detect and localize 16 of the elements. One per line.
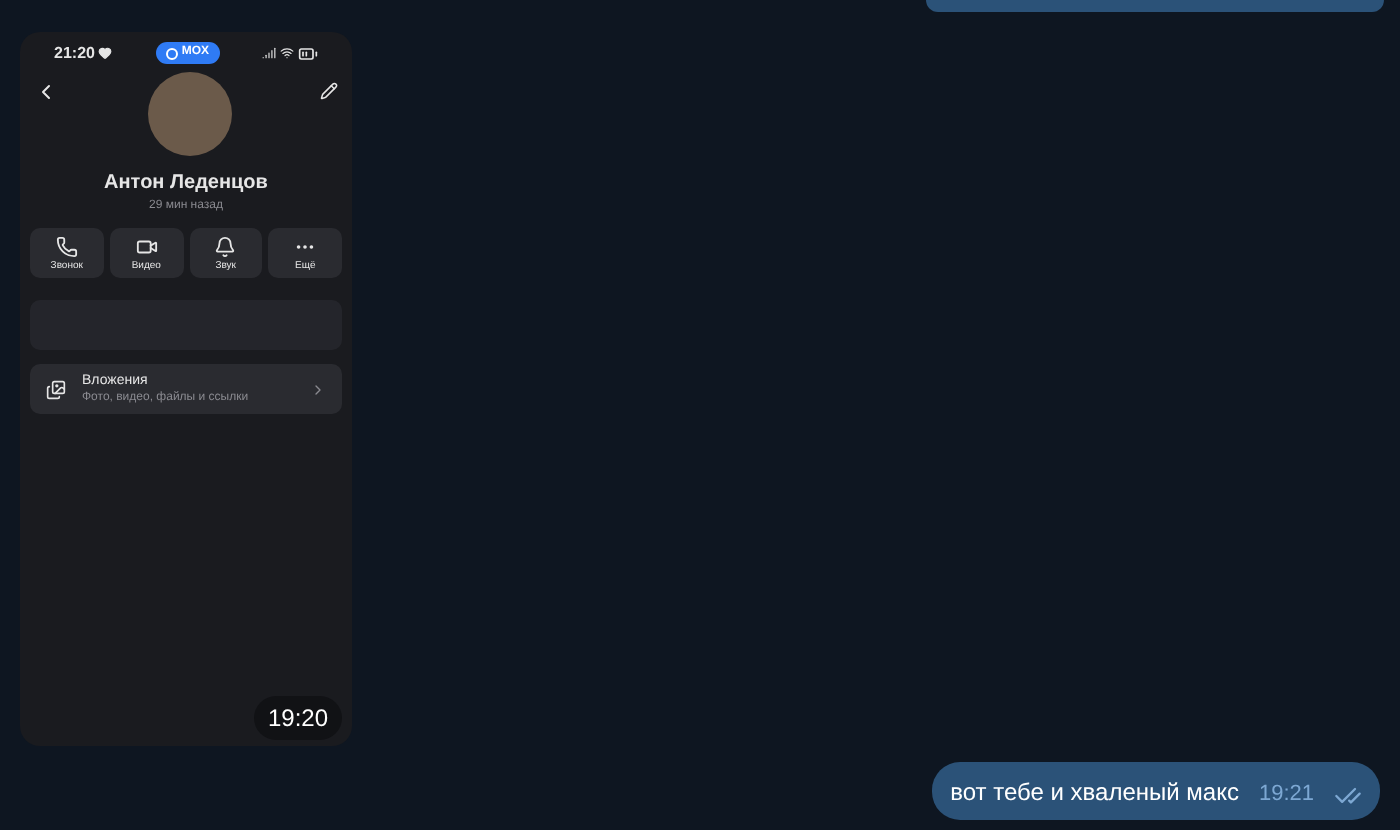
attachments-icon [46, 379, 66, 399]
contact-name: Антон Леденцов [102, 170, 270, 198]
message-time: 19:21 [1258, 780, 1314, 811]
chevron-icon [310, 381, 326, 397]
message-text: вот тебе и хваленый макс [950, 775, 1239, 809]
avatar-photo [147, 72, 231, 156]
message-time: 19:20 [253, 696, 342, 740]
signal-icon [261, 46, 276, 60]
wifi-icon [279, 46, 294, 60]
phone-icon [55, 235, 78, 257]
edit-icon[interactable] [320, 82, 338, 100]
battery-icon [297, 43, 318, 63]
status-time: 21:20 [54, 41, 95, 65]
video-icon [135, 235, 158, 257]
heart-icon [98, 46, 113, 60]
bell-icon [214, 235, 237, 257]
